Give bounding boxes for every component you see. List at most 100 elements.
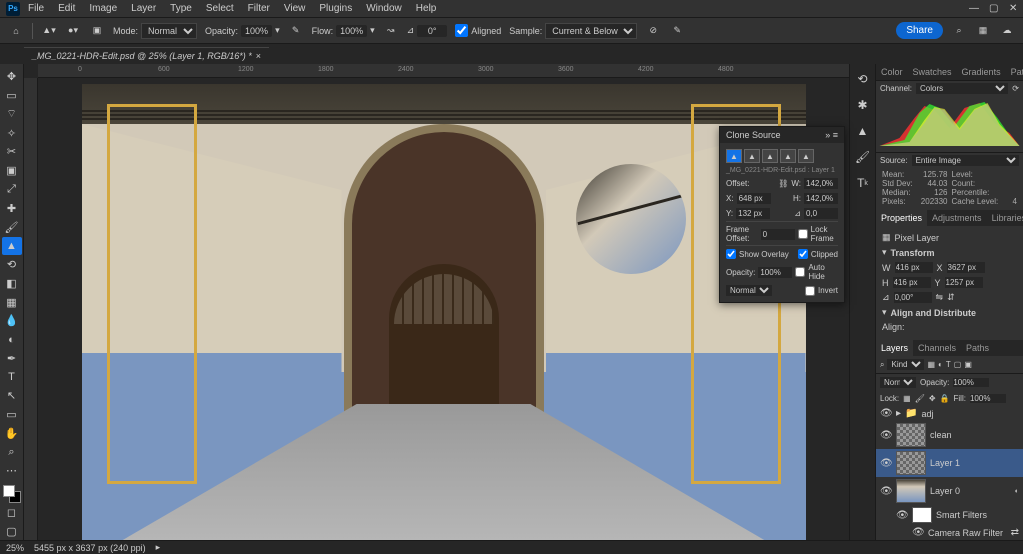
screenmode-tool[interactable]: ▢ (2, 522, 22, 540)
layer-thumb[interactable] (896, 479, 926, 503)
filter-name[interactable]: Camera Raw Filter (928, 528, 1003, 538)
brush-preset-icon[interactable]: ●▾ (65, 23, 81, 39)
layer-thumb[interactable] (896, 451, 926, 475)
airbrush-icon[interactable]: ↝ (383, 23, 399, 39)
lock-all-icon[interactable]: 🔒 (940, 394, 950, 403)
lock-pos-icon[interactable]: ✥ (929, 394, 936, 403)
minimize-icon[interactable]: — (963, 1, 977, 16)
layer-row[interactable]: 👁 Layer 0 ◐ (876, 477, 1023, 505)
filter-type-icon[interactable]: T (946, 360, 951, 369)
stamp-tool[interactable]: ▲ (2, 237, 22, 255)
layer-group[interactable]: 👁 ▸ 📁 adj (876, 406, 1023, 421)
autohide-check[interactable] (795, 267, 805, 277)
clone-src-1[interactable]: ▲ (726, 149, 742, 163)
blend-mode[interactable]: Normal (880, 377, 916, 388)
x-input[interactable] (947, 262, 985, 273)
dodge-tool[interactable]: ◐ (2, 331, 22, 349)
cloud-icon[interactable]: ☁ (999, 23, 1015, 39)
blur-tool[interactable]: 💧 (2, 312, 22, 330)
chevron-down-icon[interactable]: ▾ (882, 307, 887, 318)
canvas[interactable] (82, 84, 806, 540)
history-brush-tool[interactable]: ⟲ (2, 256, 22, 274)
clone-src-2[interactable]: ▲ (744, 149, 760, 163)
eyedropper-tool[interactable]: ⤢ (2, 181, 22, 199)
clone-src-5[interactable]: ▲ (798, 149, 814, 163)
opacity-value[interactable]: 100% (241, 25, 272, 37)
layer-row[interactable]: 👁 Layer 1 (876, 449, 1023, 477)
menu-type[interactable]: Type (164, 1, 198, 16)
group-name[interactable]: adj (921, 409, 933, 419)
chevron-down-icon[interactable]: ▾ (882, 247, 887, 258)
edit-toolbar[interactable]: ⋯ (2, 462, 22, 480)
history-panel-icon[interactable]: ⟲ (854, 70, 872, 88)
clone-x[interactable] (737, 193, 771, 204)
doc-info[interactable]: 5455 px x 3637 px (240 ppi) (34, 543, 146, 553)
filter-mask-thumb[interactable] (912, 507, 932, 523)
shape-tool[interactable]: ▭ (2, 406, 22, 424)
tab-channels[interactable]: Channels (913, 340, 961, 356)
crop-tool[interactable]: ✂ (2, 143, 22, 161)
type-panel-icon[interactable]: Tk (854, 174, 872, 192)
menu-edit[interactable]: Edit (52, 1, 81, 16)
tab-properties[interactable]: Properties (876, 210, 927, 226)
overlay-blend[interactable]: Normal (726, 285, 772, 296)
tab-color[interactable]: Color (876, 64, 908, 80)
clone-y[interactable] (736, 208, 770, 219)
sample-select[interactable]: Current & Below (545, 23, 637, 39)
hand-tool[interactable]: ✋ (2, 425, 22, 443)
filter-row[interactable]: 👁 Camera Raw Filter ⇄ (876, 525, 1023, 540)
flip-v-icon[interactable]: ⇵ (947, 292, 955, 303)
y-input[interactable] (945, 277, 983, 288)
clone-rotate[interactable] (804, 208, 838, 219)
menu-help[interactable]: Help (410, 1, 443, 16)
tab-adjustments[interactable]: Adjustments (927, 210, 987, 226)
menu-window[interactable]: Window (360, 1, 408, 16)
layer-name[interactable]: Layer 0 (930, 486, 960, 496)
visibility-icon[interactable]: 👁 (912, 527, 924, 538)
refresh-icon[interactable]: ⟳ (1012, 84, 1019, 93)
h-input[interactable] (893, 277, 931, 288)
filter-kind[interactable]: Kind (887, 359, 924, 370)
chevron-right-icon[interactable]: ▸ (156, 542, 161, 553)
lock-frame-check[interactable] (798, 229, 808, 239)
brushes-icon[interactable]: 🖌 (854, 148, 872, 166)
ruler-horizontal[interactable]: 06001200180024003000360042004800 (38, 64, 849, 78)
filter-pixel-icon[interactable]: ▦ (927, 360, 935, 369)
visibility-icon[interactable]: 👁 (880, 486, 892, 497)
visibility-icon[interactable]: 👁 (880, 430, 892, 441)
eraser-tool[interactable]: ◧ (2, 274, 22, 292)
frame-offset[interactable] (761, 229, 795, 240)
stamp-tool-icon[interactable]: ▲▾ (41, 23, 57, 39)
share-button[interactable]: Share (896, 22, 943, 39)
visibility-icon[interactable]: 👁 (880, 408, 892, 419)
menu-view[interactable]: View (278, 1, 312, 16)
lock-trans-icon[interactable]: ▦ (903, 394, 911, 403)
visibility-icon[interactable]: 👁 (880, 458, 892, 469)
filter-blend-icon[interactable]: ⇄ (1011, 527, 1019, 538)
search-icon[interactable]: ⌕ (880, 360, 884, 370)
wand-tool[interactable]: ✧ (2, 124, 22, 142)
tab-patterns[interactable]: Patterns (1006, 64, 1023, 80)
maximize-icon[interactable]: ▢ (983, 1, 997, 16)
tab-paths[interactable]: Paths (961, 340, 994, 356)
source-select[interactable]: Entire Image (912, 155, 1019, 166)
clone-src-3[interactable]: ▲ (762, 149, 778, 163)
clone-source-panel[interactable]: Clone Source » ≡ ▲ ▲ ▲ ▲ ▲ _MG_0221-HDR-… (719, 126, 845, 303)
tab-swatches[interactable]: Swatches (908, 64, 957, 80)
menu-filter[interactable]: Filter (242, 1, 276, 16)
menu-layer[interactable]: Layer (125, 1, 162, 16)
layer-name[interactable]: clean (930, 430, 952, 440)
mode-select[interactable]: Normal (141, 23, 197, 39)
color-swatch[interactable] (3, 485, 21, 503)
brush-settings-icon[interactable]: ✱ (854, 96, 872, 114)
overlay-opacity[interactable] (758, 267, 792, 278)
clone-h[interactable] (804, 193, 838, 204)
filter-adj-icon[interactable]: ◐ (938, 360, 943, 369)
angle-input[interactable] (894, 292, 932, 303)
ruler-vertical[interactable] (24, 78, 38, 540)
angle-value[interactable]: 0° (417, 25, 447, 37)
move-tool[interactable]: ✥ (2, 68, 22, 86)
tab-close-icon[interactable]: × (256, 51, 261, 61)
workspace-icon[interactable]: ▦ (975, 23, 991, 39)
menu-image[interactable]: Image (83, 1, 123, 16)
